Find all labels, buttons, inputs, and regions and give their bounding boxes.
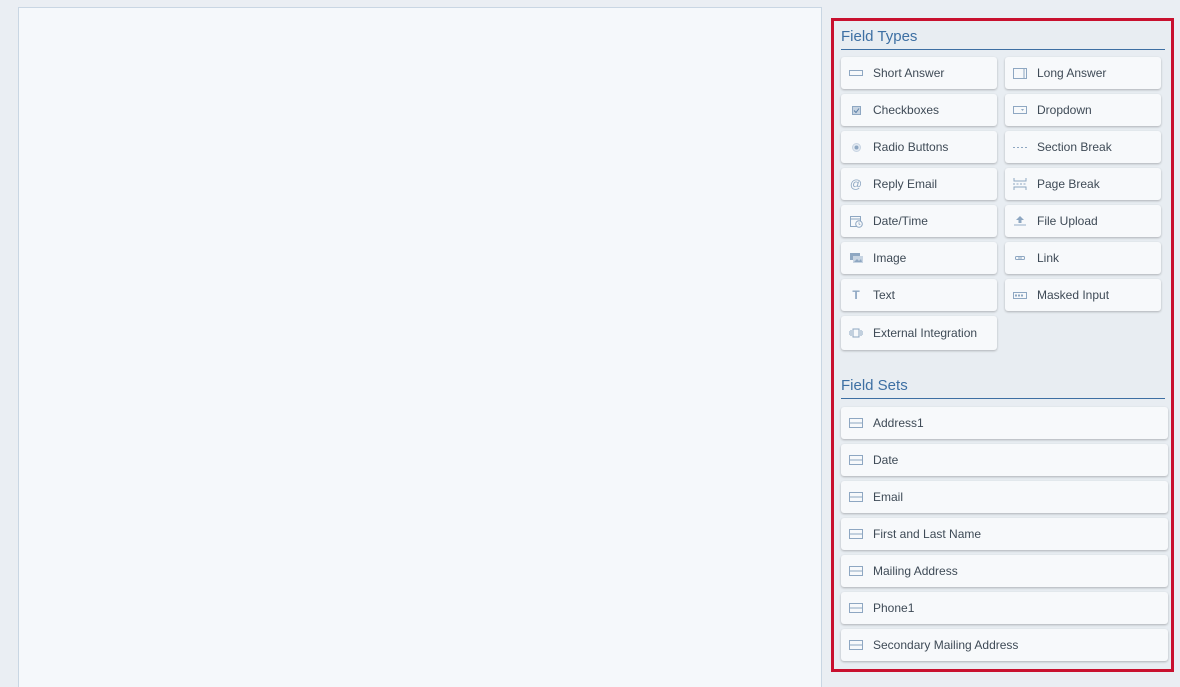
text-icon: T [852,288,860,302]
integration-icon [849,326,863,340]
field-type-label: Text [873,288,896,302]
calendar-clock-icon [849,214,863,228]
long-answer-icon [1013,66,1027,80]
field-type-radio-buttons[interactable]: Radio Buttons [841,131,997,163]
field-sets-heading: Field Sets [841,376,1165,399]
image-icon [849,251,863,265]
field-type-checkboxes[interactable]: Checkboxes [841,94,997,126]
field-type-external-integration[interactable]: External Integration [841,316,997,350]
field-set-label: Phone1 [873,601,915,615]
field-type-label: Page Break [1037,177,1100,191]
field-type-label: Date/Time [873,214,928,228]
field-type-label: Masked Input [1037,288,1110,302]
masked-input-icon [1013,288,1027,302]
upload-icon [1013,214,1027,228]
field-type-label: Image [873,251,907,265]
field-type-label: Short Answer [873,66,945,80]
at-sign-icon: @ [849,177,863,191]
field-set-mailing-address[interactable]: Mailing Address [841,555,1168,587]
field-set-date[interactable]: Date [841,444,1168,476]
field-set-icon [849,418,863,428]
link-icon [1013,251,1027,265]
field-type-reply-email[interactable]: @ Reply Email [841,168,997,200]
field-set-email[interactable]: Email [841,481,1168,513]
field-palette-panel: Field Types Short Answer Long Answer Che… [831,18,1174,672]
field-set-icon [849,492,863,502]
field-set-address1[interactable]: Address1 [841,407,1168,439]
field-type-date-time[interactable]: Date/Time [841,205,997,237]
field-set-icon [849,640,863,650]
field-set-icon [849,455,863,465]
field-set-label: Mailing Address [873,564,958,578]
field-type-label: Dropdown [1037,103,1092,117]
field-set-icon [849,603,863,613]
radio-icon [849,140,863,154]
checkbox-icon [849,103,863,117]
field-type-label: Reply Email [873,177,938,191]
field-type-label: Radio Buttons [873,140,949,154]
field-set-label: Email [873,490,904,504]
field-type-image[interactable]: Image [841,242,997,274]
page-break-icon [1013,177,1027,191]
field-type-short-answer[interactable]: Short Answer [841,57,997,89]
field-type-label: External Integration [873,326,978,340]
field-type-label: File Upload [1037,214,1098,228]
field-set-label: Date [873,453,899,467]
field-type-section-break[interactable]: Section Break [1005,131,1161,163]
field-set-label: Secondary Mailing Address [873,638,1019,652]
form-canvas[interactable] [18,7,822,687]
field-type-file-upload[interactable]: File Upload [1005,205,1161,237]
field-set-first-and-last-name[interactable]: First and Last Name [841,518,1168,550]
short-answer-icon [849,66,863,80]
field-type-page-break[interactable]: Page Break [1005,168,1161,200]
section-break-icon [1013,140,1027,154]
field-set-icon [849,529,863,539]
field-type-label: Long Answer [1037,66,1107,80]
field-set-label: First and Last Name [873,527,982,541]
field-set-phone1[interactable]: Phone1 [841,592,1168,624]
field-set-label: Address1 [873,416,924,430]
dropdown-icon [1013,103,1027,117]
field-type-label: Checkboxes [873,103,940,117]
field-type-label: Link [1037,251,1060,265]
field-type-label: Section Break [1037,140,1112,154]
field-type-masked-input[interactable]: Masked Input [1005,279,1161,311]
field-set-secondary-mailing-address[interactable]: Secondary Mailing Address [841,629,1168,661]
field-type-dropdown[interactable]: Dropdown [1005,94,1161,126]
field-types-heading: Field Types [841,27,1165,50]
field-type-link[interactable]: Link [1005,242,1161,274]
field-set-icon [849,566,863,576]
field-type-text[interactable]: T Text [841,279,997,311]
field-type-long-answer[interactable]: Long Answer [1005,57,1161,89]
